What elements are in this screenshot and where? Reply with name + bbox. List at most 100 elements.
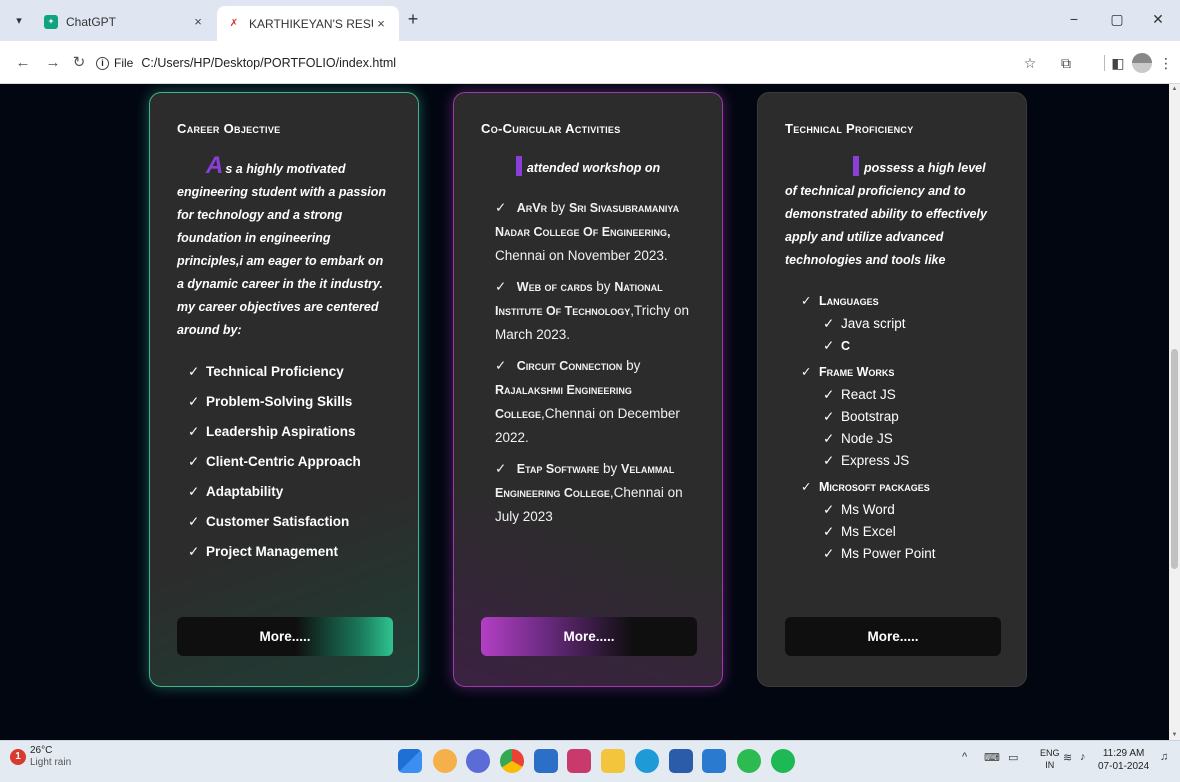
cocurricular-more-button[interactable]: More.....	[481, 617, 697, 656]
new-tab-button[interactable]: +	[402, 9, 424, 30]
whatsapp-icon[interactable]	[737, 749, 761, 773]
chat-icon[interactable]	[466, 749, 490, 773]
activity-by: by	[626, 358, 641, 373]
skill-label: Node JS	[841, 431, 893, 446]
check-icon: ✓	[823, 338, 835, 353]
cocurricular-intro-text: attended workshop on	[526, 161, 661, 175]
system-clock[interactable]: 11:29 AM 07-01-2024	[1098, 747, 1149, 773]
tab-chatgpt[interactable]: ✦ ChatGPT ×	[34, 6, 216, 37]
check-icon: ✓	[495, 358, 507, 373]
store-icon[interactable]	[567, 749, 591, 773]
list-item: ✓ Problem-Solving Skills	[188, 387, 391, 417]
site-info-button[interactable]: i File	[96, 56, 133, 70]
cocurricular-activities-card: Co-Curicular Activities attended worksho…	[453, 92, 723, 687]
skill-sublist: ✓ Ms Word ✓ Ms Excel ✓ Ms Power Point	[823, 499, 999, 565]
scroll-up-arrow-icon[interactable]: ▲	[1171, 86, 1178, 92]
bookmark-star-icon[interactable]: ☆	[1020, 53, 1040, 73]
minimize-button[interactable]: −	[1056, 6, 1092, 32]
volume-icon[interactable]: ♪	[1080, 751, 1086, 763]
check-icon: ✓	[823, 502, 835, 517]
spotify-icon[interactable]	[771, 749, 795, 773]
list-item-label: Customer Satisfaction	[206, 514, 350, 529]
tab-resume[interactable]: ✗ KARTHIKEYAN'S RESUME ×	[217, 6, 399, 41]
wifi-icon[interactable]: ≋	[1063, 751, 1072, 764]
scroll-thumb[interactable]	[1171, 349, 1178, 569]
weather-widget[interactable]: 1 26°C Light rain	[10, 745, 71, 769]
side-panel-icon[interactable]: ◧	[1108, 53, 1128, 73]
skill-group-label: Languages	[819, 294, 879, 308]
page-viewport: Career Objective As a highly motivated e…	[0, 84, 1169, 740]
monitor-icon[interactable]: ▭	[1008, 751, 1018, 764]
skill-group: ✓ Frame Works ✓ React JS ✓ Bootstrap ✓ Node …	[801, 361, 999, 472]
card-title: Technical Proficiency	[785, 121, 914, 136]
check-icon: ✓	[495, 200, 507, 215]
list-item: ✓ Client-Centric Approach	[188, 447, 391, 477]
info-icon: i	[96, 56, 109, 70]
windows-taskbar: 1 26°C Light rain ^ ⌨ ▭ ENG IN ≋ ♪ 11:29…	[0, 740, 1180, 782]
word-icon[interactable]	[669, 749, 693, 773]
tab-search-chevron-icon[interactable]: ▾	[8, 9, 30, 31]
notification-bell-icon[interactable]: ♫	[1160, 751, 1168, 763]
scroll-down-arrow-icon[interactable]: ▼	[1171, 732, 1178, 738]
language-code: ENG	[1040, 748, 1060, 758]
list-item-label: Project Management	[206, 544, 339, 559]
list-item: ✓ Project Management	[188, 537, 391, 567]
copilot-icon[interactable]	[433, 749, 457, 773]
list-item: ✓ Technical Proficiency	[188, 357, 391, 387]
toolbar-divider	[1104, 55, 1105, 71]
skill-group-title: ✓ Microsoft packages	[801, 476, 999, 499]
list-item: ✓ Circuit Connection by Rajalakshmi Engi…	[495, 354, 695, 449]
keyboard-icon[interactable]: ⌨	[984, 751, 1000, 764]
activity-detail: Chennai on November 2023.	[495, 248, 668, 263]
page-scrollbar[interactable]: ▲ ▼	[1169, 84, 1180, 740]
back-arrow-icon[interactable]: ←	[12, 52, 34, 74]
career-objective-list: ✓ Technical Proficiency ✓ Problem-Solving …	[188, 357, 391, 567]
check-icon: ✓	[823, 431, 835, 446]
close-window-button[interactable]: ✕	[1140, 6, 1176, 32]
file-explorer-icon[interactable]	[601, 749, 625, 773]
clock-time: 11:29 AM	[1102, 748, 1145, 759]
skill-label: Express JS	[841, 453, 910, 468]
technical-more-button[interactable]: More.....	[785, 617, 1001, 656]
tray-chevron-up-icon[interactable]: ^	[962, 751, 967, 763]
skills-groups: ✓ Languages ✓ Java script ✓ C ✓ Frame Works …	[801, 290, 999, 565]
skill-sublist: ✓ React JS ✓ Bootstrap ✓ Node JS ✓ Express J…	[823, 384, 999, 472]
check-icon: ✓	[188, 454, 200, 469]
card-title: Career Objective	[177, 121, 281, 136]
chrome-icon[interactable]	[500, 749, 524, 773]
tab-close-icon[interactable]: ×	[373, 16, 389, 31]
list-item-label: Adaptability	[206, 484, 284, 499]
start-windows-icon[interactable]	[398, 749, 422, 773]
skill-label: Java script	[841, 316, 906, 331]
forward-arrow-icon[interactable]: →	[42, 52, 64, 74]
skill-group-label: Microsoft packages	[819, 480, 930, 494]
menu-kebab-icon[interactable]: ⋮	[1156, 53, 1176, 73]
vscode-icon[interactable]	[702, 749, 726, 773]
profile-avatar[interactable]	[1132, 53, 1152, 73]
reload-icon[interactable]: ↻	[68, 52, 90, 74]
resume-favicon-icon: ✗	[229, 18, 239, 29]
skill-group: ✓ Microsoft packages ✓ Ms Word ✓ Ms Excel ✓…	[801, 476, 999, 565]
activity-event: Etap Software	[516, 462, 600, 476]
skill-group: ✓ Languages ✓ Java script ✓ C	[801, 290, 999, 357]
list-item: ✓ Bootstrap	[823, 406, 999, 428]
browser-toolbar: ← → ↻ i File C:/Users/HP/Desktop/PORTFOL…	[0, 41, 1180, 84]
list-item: ✓ Ms Word	[823, 499, 999, 521]
technical-intro: possess a high level of technical profic…	[785, 156, 999, 272]
address-bar[interactable]: i File C:/Users/HP/Desktop/PORTFOLIO/ind…	[96, 49, 996, 77]
dropcap-bar	[515, 156, 522, 176]
language-indicator[interactable]: ENG IN	[1040, 747, 1060, 771]
list-item: ✓ Ms Power Point	[823, 543, 999, 565]
check-icon: ✓	[823, 409, 835, 424]
career-more-button[interactable]: More.....	[177, 617, 393, 656]
check-icon: ✓	[495, 461, 507, 476]
extensions-icon[interactable]: ⧉	[1056, 53, 1076, 73]
maximize-button[interactable]: ▢	[1099, 6, 1135, 32]
skill-group-label: Frame Works	[819, 365, 895, 379]
edge-icon[interactable]	[635, 749, 659, 773]
list-item: ✓ Java script	[823, 313, 999, 335]
skill-label: Ms Power Point	[841, 546, 936, 561]
check-icon: ✓	[823, 453, 835, 468]
mail-icon[interactable]	[534, 749, 558, 773]
tab-close-icon[interactable]: ×	[190, 14, 206, 29]
